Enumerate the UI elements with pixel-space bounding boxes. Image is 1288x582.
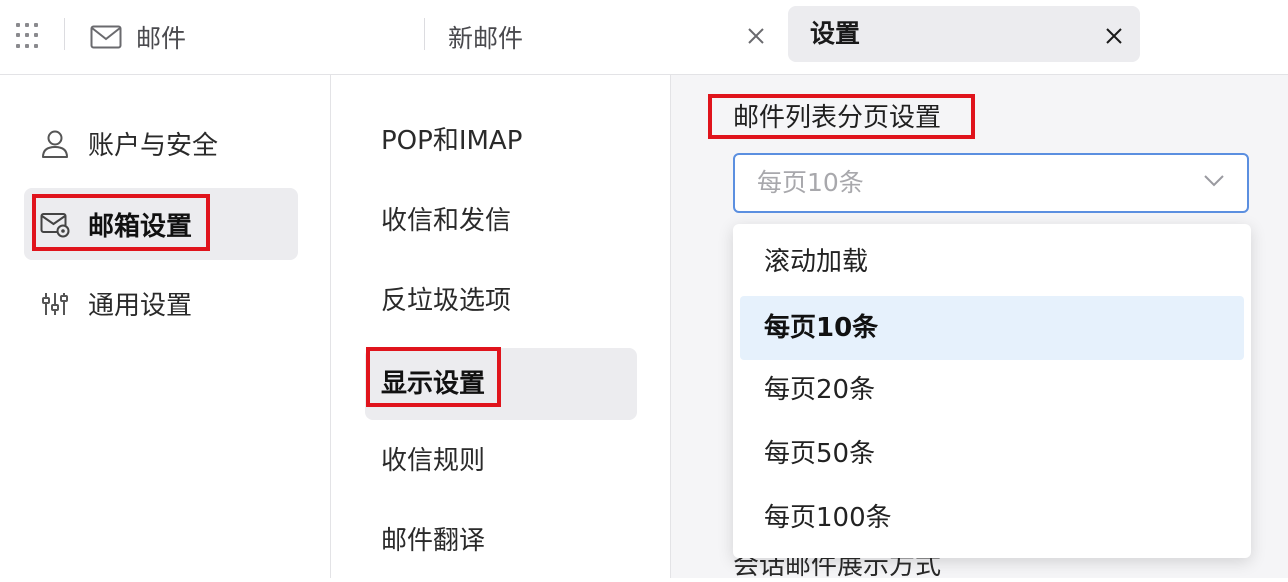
submenu-item-label: 邮件翻译	[381, 526, 486, 556]
sidebar-item-label: 邮箱设置	[88, 211, 193, 242]
tab-label: 新邮件	[448, 24, 524, 53]
option-label: 每页50条	[764, 439, 876, 469]
sidebar-item-label: 通用设置	[88, 290, 193, 321]
mail-icon	[90, 25, 122, 49]
submenu-item-label: POP和IMAP	[381, 126, 523, 156]
sidebar-item-account-security[interactable]: 账户与安全	[24, 107, 298, 179]
dropdown-option[interactable]: 滚动加载	[740, 230, 1244, 294]
tab-label: 邮件	[136, 24, 187, 53]
option-label: 每页100条	[764, 503, 892, 533]
sidebar-item-mailbox-settings[interactable]: 邮箱设置	[24, 188, 298, 260]
select-value: 每页10条	[757, 168, 864, 197]
submenu-item-label: 反垃圾选项	[381, 286, 512, 316]
submenu-item-label: 收信和发信	[381, 206, 512, 236]
submenu-item-label: 收信规则	[381, 446, 486, 476]
page-size-select[interactable]: 每页10条	[733, 153, 1249, 213]
tab-mail[interactable]: 邮件	[90, 0, 186, 74]
submenu-item-pop-imap[interactable]: POP和IMAP	[365, 105, 637, 177]
submenu-item-anti-spam[interactable]: 反垃圾选项	[365, 265, 637, 337]
option-label: 每页10条	[764, 313, 879, 343]
dropdown-option[interactable]: 每页20条	[740, 358, 1244, 422]
option-label: 每页20条	[764, 375, 876, 405]
chevron-down-icon	[1203, 173, 1225, 192]
user-icon	[40, 129, 70, 159]
submenu-item-label: 显示设置	[381, 369, 486, 399]
submenu-item-mail-translation[interactable]: 邮件翻译	[365, 505, 637, 577]
submenu-item-send-receive[interactable]: 收信和发信	[365, 185, 637, 257]
sidebar-item-general-settings[interactable]: 通用设置	[24, 267, 298, 339]
close-icon[interactable]	[744, 24, 768, 48]
settings-submenu: POP和IMAP 收信和发信 反垃圾选项 显示设置 收信规则 邮件翻译	[331, 75, 671, 578]
settings-sidebar: 账户与安全 邮箱设置 通用设置	[0, 75, 331, 578]
dropdown-option-selected[interactable]: 每页10条	[740, 296, 1244, 360]
section-title: 邮件列表分页设置	[733, 103, 942, 133]
top-tab-bar: 邮件 新邮件 设置	[0, 0, 1288, 75]
dropdown-option[interactable]: 每页100条	[740, 486, 1244, 550]
dropdown-option[interactable]: 每页50条	[740, 422, 1244, 486]
tab-new-mail[interactable]: 新邮件	[448, 0, 523, 74]
tab-label: 设置	[810, 19, 861, 48]
apps-grid-icon[interactable]	[16, 23, 42, 49]
divider	[424, 18, 425, 50]
tab-settings[interactable]: 设置	[788, 6, 1140, 62]
mailbox-settings-icon	[40, 210, 70, 240]
submenu-item-receive-rules[interactable]: 收信规则	[365, 425, 637, 497]
sliders-icon	[40, 289, 70, 319]
divider	[64, 18, 65, 50]
sidebar-item-label: 账户与安全	[88, 130, 219, 161]
option-label: 滚动加载	[764, 247, 869, 277]
close-icon[interactable]	[1102, 24, 1126, 48]
page-size-dropdown: 滚动加载 每页10条 每页20条 每页50条 每页100条	[733, 224, 1251, 558]
submenu-item-display-settings[interactable]: 显示设置	[365, 348, 637, 420]
